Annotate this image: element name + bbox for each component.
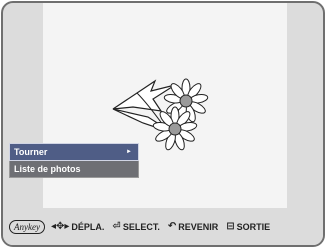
help-select-label: SELECT. <box>122 221 160 232</box>
help-exit-label: SORTIE <box>236 221 271 232</box>
left-right-arrows-icon: ◂✥▸ <box>50 221 70 232</box>
anykey-button[interactable]: Anykey <box>9 219 45 234</box>
help-bar: Anykey ◂✥▸ DÉPLA. ⏎ SELECT. ↶ REVENIR ⊟ … <box>3 208 323 245</box>
help-back: ↶ REVENIR <box>168 221 218 232</box>
exit-icon: ⊟ <box>226 221 235 232</box>
menu-item-label: Tourner <box>14 147 48 157</box>
menu-item-rotate[interactable]: Tourner ► <box>9 143 139 161</box>
flower-photo-image <box>112 78 209 151</box>
help-move-label: DÉPLA. <box>71 221 105 232</box>
enter-icon: ⏎ <box>112 221 121 232</box>
menu-item-photo-list[interactable]: Liste de photos <box>9 161 139 178</box>
menu-item-label: Liste de photos <box>14 164 81 174</box>
help-move: ◂✥▸ DÉPLA. <box>51 221 104 232</box>
return-icon: ↶ <box>167 221 177 232</box>
context-menu: Tourner ► Liste de photos <box>9 143 139 178</box>
submenu-arrow-icon: ► <box>126 149 132 155</box>
tv-screen: Tourner ► Liste de photos Anykey ◂✥▸ DÉP… <box>1 1 325 247</box>
help-exit: ⊟ SORTIE <box>226 221 270 232</box>
help-back-label: REVENIR <box>178 221 219 232</box>
help-select: ⏎ SELECT. <box>112 221 159 232</box>
